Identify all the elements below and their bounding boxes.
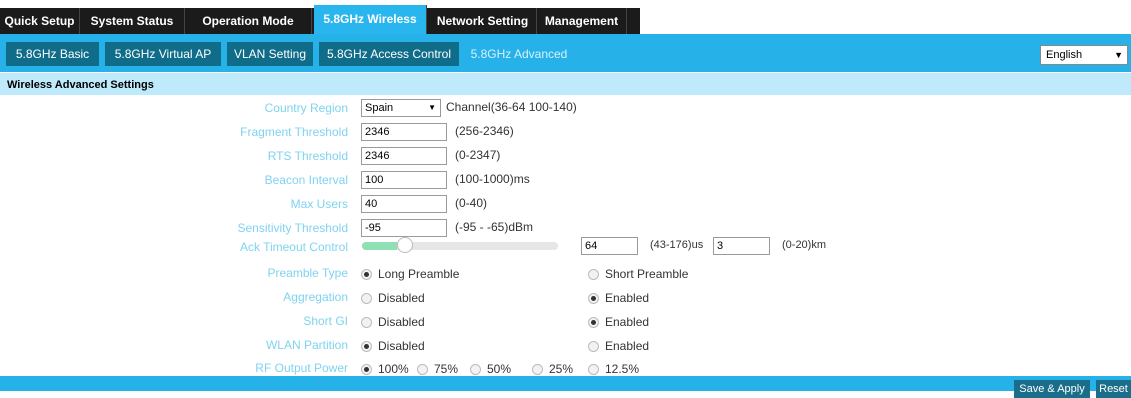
rf-power-100-option[interactable]: 100% [361, 362, 409, 376]
ack-timeout-km-input[interactable]: 3 [713, 237, 770, 255]
tab-network-setting[interactable]: Network Setting [429, 8, 537, 34]
country-region-hint: Channel(36-64 100-140) [446, 100, 577, 114]
country-region-label: Country Region [264, 101, 348, 115]
short-gi-label: Short GI [303, 314, 348, 328]
preamble-short-option[interactable]: Short Preamble [588, 267, 688, 281]
country-region-select[interactable]: Spain ▼ [361, 99, 441, 117]
ack-timeout-us-hint: (43-176)us [650, 239, 704, 251]
rf-power-75-label: 75% [434, 362, 459, 376]
aggregation-enabled-radio[interactable] [588, 292, 599, 304]
tab-operation-mode[interactable]: Operation Mode [185, 8, 312, 34]
tab-management[interactable]: Management [537, 8, 627, 34]
short-gi-disabled-option[interactable]: Disabled [361, 315, 425, 329]
preamble-short-label: Short Preamble [605, 267, 689, 281]
rts-threshold-hint: (0-2347) [455, 148, 501, 162]
language-value: English [1046, 49, 1083, 61]
ack-timeout-slider-fill [362, 242, 398, 250]
rf-power-75-option[interactable]: 75% [417, 362, 458, 376]
preamble-type-label: Preamble Type [267, 266, 349, 280]
rts-threshold-input[interactable]: 2346 [361, 147, 447, 165]
rf-power-75-radio[interactable] [417, 363, 428, 375]
rf-power-12-5-radio[interactable] [588, 363, 599, 375]
country-region-value: Spain [365, 102, 394, 114]
rf-power-100-label: 100% [378, 362, 409, 376]
ack-timeout-slider-handle[interactable] [397, 237, 414, 253]
rf-power-50-radio[interactable] [470, 363, 481, 375]
beacon-interval-input[interactable]: 100 [361, 171, 447, 189]
sensitivity-threshold-hint: (-95 - -65)dBm [455, 220, 534, 234]
wlan-partition-enabled-radio[interactable] [588, 340, 599, 352]
wlan-partition-label: WLAN Partition [265, 338, 348, 352]
rf-power-50-label: 50% [487, 362, 512, 376]
subtab-5-8ghz-access-control[interactable]: 5.8GHz Access Control [319, 42, 459, 66]
chevron-down-icon: ▼ [428, 103, 436, 112]
preamble-short-radio[interactable] [588, 268, 599, 280]
fragment-threshold-hint: (256-2346) [455, 124, 514, 138]
language-select[interactable]: English ▼ [1040, 45, 1128, 65]
wlan-partition-disabled-option[interactable]: Disabled [361, 339, 425, 353]
aggregation-enabled-label: Enabled [605, 291, 650, 305]
rf-power-25-label: 25% [549, 362, 574, 376]
preamble-long-label: Long Preamble [378, 267, 460, 281]
rf-power-25-option[interactable]: 25% [532, 362, 573, 376]
aggregation-disabled-label: Disabled [378, 291, 425, 305]
ack-timeout-label: Ack Timeout Control [239, 240, 348, 254]
rf-power-12-5-label: 12.5% [605, 362, 640, 376]
sensitivity-threshold-label: Sensitivity Threshold [237, 221, 349, 235]
wlan-partition-disabled-radio[interactable] [361, 340, 372, 352]
footer-bar [0, 376, 1131, 391]
rf-power-25-radio[interactable] [532, 363, 543, 375]
subtab-vlan-setting[interactable]: VLAN Setting [227, 42, 313, 66]
max-users-label: Max Users [290, 197, 348, 211]
aggregation-label: Aggregation [283, 290, 348, 304]
reset-button[interactable]: Reset [1096, 380, 1131, 398]
rf-power-12-5-option[interactable]: 12.5% [588, 362, 639, 376]
chevron-down-icon: ▼ [1114, 50, 1123, 60]
tab-quick-setup[interactable]: Quick Setup [0, 8, 80, 34]
beacon-interval-hint: (100-1000)ms [455, 172, 530, 186]
wlan-partition-enabled-label: Enabled [605, 339, 650, 353]
short-gi-disabled-radio[interactable] [361, 316, 372, 328]
short-gi-enabled-option[interactable]: Enabled [588, 315, 649, 329]
wlan-partition-disabled-label: Disabled [378, 339, 425, 353]
save-apply-button[interactable]: Save & Apply [1014, 380, 1090, 398]
aggregation-disabled-radio[interactable] [361, 292, 372, 304]
rts-threshold-label: RTS Threshold [267, 149, 348, 163]
fragment-threshold-label: Fragment Threshold [240, 125, 348, 139]
aggregation-disabled-option[interactable]: Disabled [361, 291, 425, 305]
tab-5-8ghz-wireless[interactable]: 5.8GHz Wireless [314, 5, 427, 34]
ack-timeout-us-input[interactable]: 64 [581, 237, 638, 255]
short-gi-enabled-radio[interactable] [588, 316, 599, 328]
rf-power-50-option[interactable]: 50% [470, 362, 511, 376]
max-users-input[interactable]: 40 [361, 195, 447, 213]
ack-timeout-km-hint: (0-20)km [782, 239, 827, 251]
tab-system-status[interactable]: System Status [80, 8, 185, 34]
wlan-partition-enabled-option[interactable]: Enabled [588, 339, 649, 353]
beacon-interval-label: Beacon Interval [264, 173, 348, 187]
top-navigation: Quick Setup System Status Operation Mode… [0, 0, 1131, 34]
short-gi-enabled-label: Enabled [605, 315, 650, 329]
preamble-long-radio[interactable] [361, 268, 372, 280]
short-gi-disabled-label: Disabled [378, 315, 425, 329]
sensitivity-threshold-input[interactable]: -95 [361, 219, 447, 237]
section-title: Wireless Advanced Settings [0, 73, 1131, 95]
fragment-threshold-input[interactable]: 2346 [361, 123, 447, 141]
subtab-5-8ghz-basic[interactable]: 5.8GHz Basic [6, 42, 99, 66]
rf-power-100-radio[interactable] [361, 363, 372, 375]
aggregation-enabled-option[interactable]: Enabled [588, 291, 649, 305]
rf-output-power-label: RF Output Power [255, 361, 348, 375]
subtab-5-8ghz-advanced[interactable]: 5.8GHz Advanced [464, 42, 574, 66]
subtab-5-8ghz-virtual-ap[interactable]: 5.8GHz Virtual AP [105, 42, 221, 66]
max-users-hint: (0-40) [455, 196, 488, 210]
preamble-long-option[interactable]: Long Preamble [361, 267, 459, 281]
sub-navigation: 5.8GHz Basic 5.8GHz Virtual AP VLAN Sett… [0, 34, 1131, 72]
